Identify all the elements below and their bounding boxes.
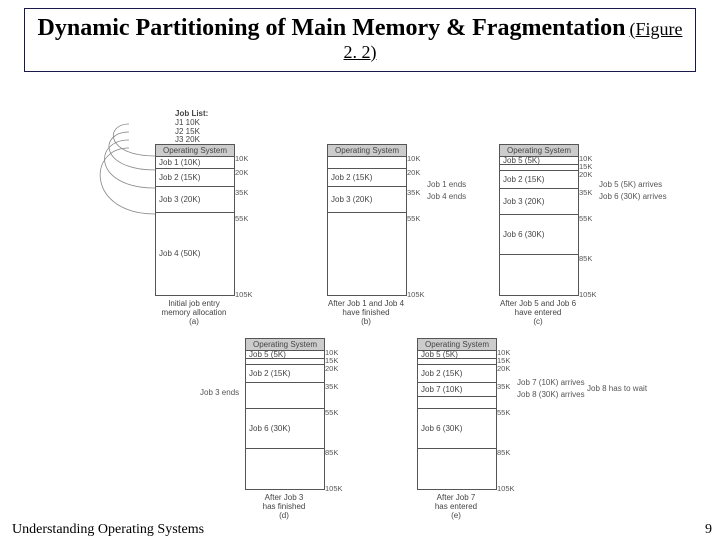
mem-cell xyxy=(246,449,324,487)
mem-cell: Job 2 (15K) xyxy=(418,365,496,383)
tick: 20K xyxy=(497,364,510,373)
tick: 105K xyxy=(407,290,425,299)
mem-cell: Job 2 (15K) xyxy=(328,169,406,187)
tick: 105K xyxy=(497,484,515,493)
side-event: Job 6 (30K) arrives xyxy=(599,192,667,201)
memory-column: Operating System Job 2 (15K) Job 3 (20K) xyxy=(327,144,407,296)
slide-title-box: Dynamic Partitioning of Main Memory & Fr… xyxy=(24,8,696,72)
mem-cell: Job 5 (5K) xyxy=(418,351,496,359)
tick: 55K xyxy=(235,214,248,223)
mem-cell: Job 4 (50K) xyxy=(156,213,234,293)
side-event: Job 3 ends xyxy=(200,388,239,397)
mem-cell: Job 2 (15K) xyxy=(500,171,578,189)
panel-caption: After Job 7 has entered (e) xyxy=(417,493,495,521)
tick: 35K xyxy=(407,188,420,197)
side-event: Job 4 ends xyxy=(427,192,466,201)
mem-cell: Job 6 (30K) xyxy=(418,409,496,449)
memory-column: Operating System Job 1 (10K) Job 2 (15K)… xyxy=(155,144,235,296)
panel-caption: After Job 1 and Job 4 have finished (b) xyxy=(327,299,405,327)
tick: 20K xyxy=(579,170,592,179)
mem-cell xyxy=(328,213,406,293)
side-event: Job 5 (5K) arrives xyxy=(599,180,662,189)
mem-cell: Job 2 (15K) xyxy=(246,365,324,383)
panel-c: Operating System Job 5 (5K) Job 2 (15K) … xyxy=(499,144,623,327)
side-event: Job 1 ends xyxy=(427,180,466,189)
mem-cell: Job 3 (20K) xyxy=(500,189,578,215)
side-event: Job 8 (30K) arrives xyxy=(517,390,585,399)
panel-b: Operating System Job 2 (15K) Job 3 (20K)… xyxy=(327,144,451,327)
tick: 20K xyxy=(325,364,338,373)
mem-cell: Job 5 (5K) xyxy=(246,351,324,359)
footer-book-title: Understanding Operating Systems xyxy=(12,522,204,538)
tick: 35K xyxy=(579,188,592,197)
panel-caption: After Job 3 has finished (d) xyxy=(245,493,323,521)
tick: 55K xyxy=(407,214,420,223)
panel-d: Operating System Job 5 (5K) Job 2 (15K) … xyxy=(245,338,369,521)
mem-cell xyxy=(500,255,578,293)
side-event: Job 8 has to wait xyxy=(587,384,647,393)
memory-column: Operating System Job 5 (5K) Job 2 (15K) … xyxy=(245,338,325,490)
mem-cell: Job 3 (20K) xyxy=(328,187,406,213)
memory-column: Operating System Job 5 (5K) Job 2 (15K) … xyxy=(499,144,579,296)
tick: 55K xyxy=(325,408,338,417)
os-cell: Operating System xyxy=(328,145,406,157)
tick: 85K xyxy=(497,448,510,457)
mem-cell xyxy=(246,383,324,409)
mem-cell: Job 7 (10K) xyxy=(418,383,496,397)
page-number: 9 xyxy=(705,522,712,538)
panel-caption: Initial job entry memory allocation (a) xyxy=(155,299,233,327)
panel-a: Operating System Job 1 (10K) Job 2 (15K)… xyxy=(155,144,279,327)
tick: 55K xyxy=(497,408,510,417)
side-event: Job 7 (10K) arrives xyxy=(517,378,585,387)
tick: 105K xyxy=(235,290,253,299)
title-line: Dynamic Partitioning of Main Memory & Fr… xyxy=(38,15,626,41)
tick: 10K xyxy=(407,154,420,163)
tick: 10K xyxy=(235,154,248,163)
panel-e: Operating System Job 5 (5K) Job 2 (15K) … xyxy=(417,338,541,521)
mem-cell: Job 2 (15K) xyxy=(156,169,234,187)
mem-cell xyxy=(328,157,406,169)
mem-cell xyxy=(418,449,496,487)
panel-caption: After Job 5 and Job 6 have entered (c) xyxy=(499,299,577,327)
mem-cell: Job 6 (30K) xyxy=(246,409,324,449)
tick: 35K xyxy=(325,382,338,391)
mem-cell: Job 1 (10K) xyxy=(156,157,234,169)
tick: 20K xyxy=(235,168,248,177)
tick: 55K xyxy=(579,214,592,223)
tick: 35K xyxy=(497,382,510,391)
mem-cell: Job 5 (5K) xyxy=(500,157,578,165)
diagram-row-1: Operating System Job 1 (10K) Job 2 (15K)… xyxy=(155,144,623,327)
tick: 85K xyxy=(325,448,338,457)
diagram-row-2: Operating System Job 5 (5K) Job 2 (15K) … xyxy=(245,338,541,521)
tick: 85K xyxy=(579,254,592,263)
tick: 35K xyxy=(235,188,248,197)
slide-title: Dynamic Partitioning of Main Memory & Fr… xyxy=(35,15,685,63)
mem-cell xyxy=(418,397,496,409)
tick: 20K xyxy=(407,168,420,177)
memory-column: Operating System Job 5 (5K) Job 2 (15K) … xyxy=(417,338,497,490)
os-cell: Operating System xyxy=(156,145,234,157)
mem-cell: Job 3 (20K) xyxy=(156,187,234,213)
mem-cell: Job 6 (30K) xyxy=(500,215,578,255)
tick: 105K xyxy=(579,290,597,299)
tick: 105K xyxy=(325,484,343,493)
